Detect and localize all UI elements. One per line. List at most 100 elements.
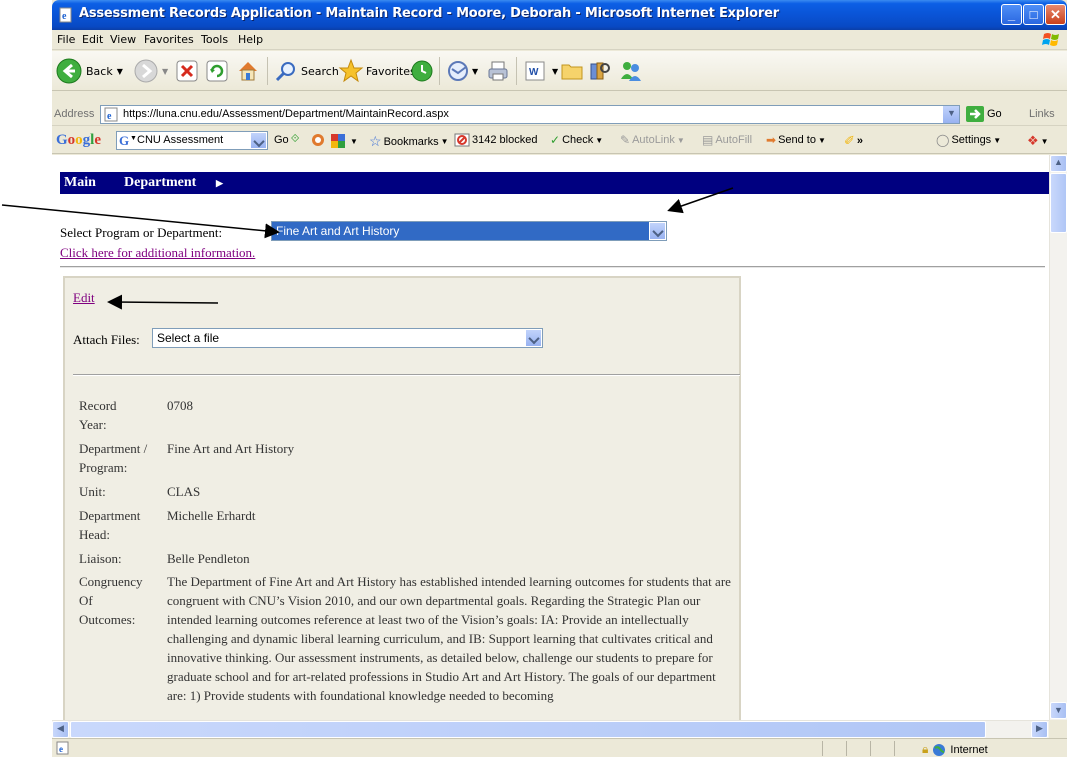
program-select-dropdown[interactable] [649, 222, 666, 240]
congruency-of-outcomes-label: Congruency Of Outcomes: [79, 574, 143, 627]
edit-with-word-button[interactable]: W ▼ [524, 55, 558, 87]
word-document-icon: W [525, 61, 545, 81]
address-label: Address [54, 108, 95, 120]
highlighter-button[interactable]: ✐» [844, 133, 863, 149]
popup-blocked-icon [454, 133, 470, 147]
folder-button[interactable] [560, 55, 584, 87]
nav-main-link[interactable]: Main [64, 175, 96, 191]
site-nav-bar: Main Department ▶ [60, 172, 1049, 194]
go-button[interactable]: Go [966, 106, 1002, 122]
scroll-left-button[interactable]: ◀ [52, 721, 69, 738]
messenger-button[interactable] [618, 55, 644, 87]
menu-file[interactable]: File [57, 33, 75, 46]
translate-button[interactable]: ❖ ▼ [1027, 133, 1049, 149]
printer-icon [488, 61, 508, 81]
unit-label: Unit: [79, 484, 106, 499]
attach-file-select[interactable]: Select a file [152, 328, 543, 348]
stop-button[interactable] [176, 55, 198, 87]
congruency-of-outcomes-value: The Department of Fine Art and Art Histo… [167, 574, 731, 703]
autolink-icon: ✎ [620, 133, 631, 147]
program-select-value: Fine Art and Art History [276, 224, 400, 238]
address-bar: Address e https://luna.cnu.edu/Assessmen… [52, 104, 1067, 126]
popup-blocker-button[interactable]: 3142 blocked [454, 133, 537, 147]
search-button[interactable]: Search [274, 55, 339, 87]
send-to-button[interactable]: ➡ Send to ▼ [766, 133, 826, 147]
research-books-icon [590, 62, 610, 80]
menu-edit[interactable]: Edit [82, 33, 103, 46]
google-search-input[interactable]: G ▼ CNU Assessment [116, 131, 268, 150]
security-zone: 🔒︎ Internet [922, 742, 988, 756]
edit-link[interactable]: Edit [73, 290, 95, 306]
google-go-button[interactable]: Go ⟐ [274, 133, 299, 146]
search-icon [275, 62, 295, 82]
attach-file-dropdown[interactable] [525, 329, 542, 347]
go-arrow-icon [966, 106, 984, 122]
divider [73, 374, 740, 376]
forward-button[interactable]: ▼ [134, 55, 168, 87]
attach-files-label: Attach Files: [73, 332, 140, 347]
unit-value: CLAS [167, 484, 201, 499]
scroll-right-button[interactable]: ▶ [1031, 721, 1048, 738]
ie-page-icon: e [59, 7, 72, 23]
maximize-button[interactable]: □ [1023, 4, 1044, 25]
mail-button[interactable]: ▼ [446, 55, 478, 87]
autofill-button[interactable]: ▤ AutoFill [702, 133, 752, 147]
address-url: https://luna.cnu.edu/Assessment/Departme… [123, 108, 449, 120]
department-program-value: Fine Art and Art History [167, 441, 295, 456]
record-year-value: 0708 [167, 398, 193, 413]
window-title: Assessment Records Application - Maintai… [79, 6, 779, 21]
menu-help[interactable]: Help [238, 33, 263, 46]
send-to-arrow-icon: ➡ [766, 133, 777, 147]
vertical-scroll-thumb[interactable] [1050, 173, 1067, 233]
autolink-button[interactable]: ✎ AutoLink ▼ [620, 133, 685, 147]
svg-text:e: e [107, 111, 112, 122]
google-puzzle-button[interactable]: ▼ [330, 133, 358, 149]
nav-department-menu[interactable]: Department [124, 175, 196, 191]
horizontal-scrollbar[interactable]: ◀ ▶ [52, 720, 1049, 738]
additional-info-link[interactable]: Click here for additional information. [60, 245, 255, 261]
history-button[interactable] [410, 55, 434, 87]
program-select[interactable]: Fine Art and Art History [271, 221, 667, 241]
settings-button[interactable]: ◯ Settings ▼ [936, 133, 1001, 147]
address-input[interactable]: e https://luna.cnu.edu/Assessment/Depart… [100, 105, 960, 124]
nav-submenu-arrow-icon: ▶ [216, 178, 223, 188]
department-head-label: Department Head: [79, 508, 141, 542]
google-search-dropdown[interactable] [250, 132, 267, 149]
scroll-down-button[interactable]: ▼ [1050, 702, 1067, 719]
links-button[interactable]: Links [1029, 108, 1055, 120]
messenger-people-icon [621, 62, 641, 81]
title-bar[interactable]: e Assessment Records Application - Maint… [52, 0, 1067, 30]
bookmarks-button[interactable]: ☆ Bookmarks ▼ [369, 133, 449, 150]
google-options-icon[interactable] [310, 133, 326, 147]
stop-icon [176, 60, 198, 82]
menu-view[interactable]: View [110, 33, 136, 46]
print-button[interactable] [486, 55, 510, 87]
back-arrow-icon [56, 58, 82, 84]
research-button[interactable] [588, 55, 612, 87]
record-panel: Edit Attach Files: Select a file Record Y… [63, 276, 741, 720]
liaison-value: Belle Pendleton [167, 551, 250, 566]
home-button[interactable] [236, 55, 260, 87]
page-content: Main Department ▶ Select Program or Depa… [52, 155, 1049, 720]
page-favicon-icon: e [104, 107, 118, 122]
menu-favorites[interactable]: Favorites [144, 33, 194, 46]
translate-icon: ❖ [1027, 133, 1039, 148]
back-button[interactable]: Back ▼ [56, 55, 123, 87]
vertical-scrollbar[interactable]: ▲ ▼ [1049, 155, 1067, 720]
history-icon [411, 60, 433, 82]
menu-tools[interactable]: Tools [201, 33, 228, 46]
record-year-label: Record Year: [79, 398, 117, 432]
google-logo: Google [56, 132, 102, 148]
department-head-value: Michelle Erhardt [167, 508, 256, 523]
refresh-button[interactable] [206, 55, 228, 87]
spellcheck-button[interactable]: ✓ Check ▼ [550, 133, 603, 147]
address-dropdown-button[interactable]: ▼ [942, 106, 959, 123]
horizontal-scroll-thumb[interactable] [70, 721, 986, 738]
favorites-button[interactable]: Favorites [338, 55, 416, 87]
scroll-up-button[interactable]: ▲ [1050, 155, 1067, 172]
bookmark-star-icon: ☆ [369, 133, 382, 149]
minimize-button[interactable]: _ [1001, 4, 1022, 25]
close-button[interactable]: ✕ [1045, 4, 1066, 25]
page-status-icon: e [56, 741, 69, 755]
star-icon [338, 58, 364, 83]
